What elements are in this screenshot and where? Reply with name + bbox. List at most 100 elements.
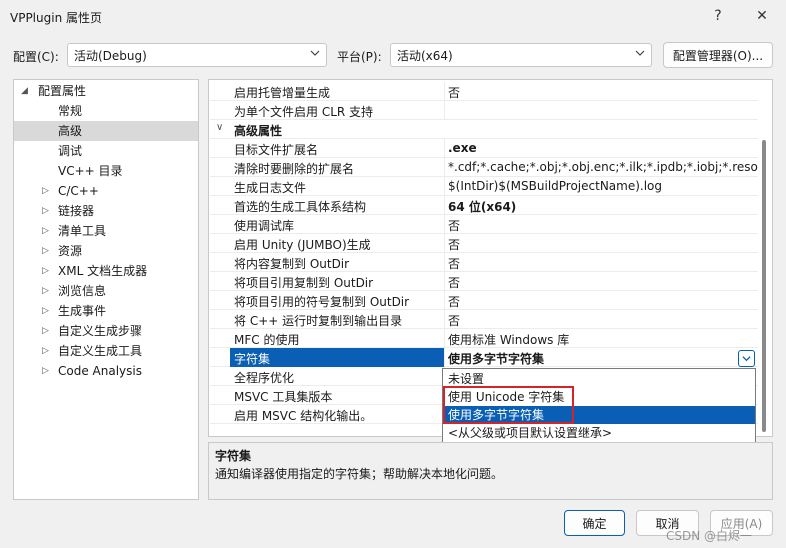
tree-item[interactable]: ▷ 浏览信息 [14,281,198,301]
collapsed-triangle-icon[interactable]: ▷ [42,281,49,301]
tree-item[interactable]: ▷ Code Analysis [14,361,198,381]
tree-item-label: 高级 [58,124,83,138]
property-value[interactable]: 使用多字节字符集 [448,350,758,367]
property-name: MFC 的使用 [234,333,300,347]
column-divider [444,253,445,272]
tree-item[interactable]: ▷ 自定义生成工具 [14,341,198,361]
tree-item-label: 生成事件 [58,304,107,318]
tree-root[interactable]: ◢ 配置属性 [14,81,198,101]
collapsed-triangle-icon[interactable]: ▷ [42,221,49,241]
tree-item-label: 资源 [58,244,83,258]
property-row[interactable]: 首选的生成工具体系结构 64 位(x64) [210,196,758,215]
collapsed-triangle-icon[interactable]: ▷ [42,321,49,341]
platform-value: 活动(x64) [397,48,453,63]
property-value[interactable]: 否 [448,274,758,291]
collapsed-triangle-icon[interactable]: ▷ [42,341,49,361]
collapsed-triangle-icon[interactable]: ▷ [42,241,49,261]
tree-item[interactable]: ▷ 资源 [14,241,198,261]
property-row[interactable]: 将项目引用复制到 OutDir 否 [210,272,758,291]
expanded-triangle-icon[interactable]: ◢ [21,81,28,101]
property-value[interactable]: 64 位(x64) [448,198,758,215]
property-value[interactable]: 否 [448,293,758,310]
property-value[interactable]: 否 [448,84,758,101]
config-select[interactable]: 活动(Debug) [67,43,327,67]
ok-button[interactable]: 确定 [564,510,625,536]
collapsed-triangle-icon[interactable]: ▷ [42,361,49,381]
tree-item[interactable]: VC++ 目录 [14,161,198,181]
property-row[interactable]: 目标文件扩展名 .exe [210,139,758,158]
property-row[interactable]: 启用托管增量生成 否 [210,82,758,101]
column-divider [444,272,445,291]
tree-item[interactable]: ▷ 生成事件 [14,301,198,321]
property-row[interactable]: 将内容复制到 OutDir 否 [210,253,758,272]
column-divider [444,82,445,101]
property-name: 生成日志文件 [234,181,307,195]
property-row[interactable]: MFC 的使用 使用标准 Windows 库 [210,329,758,348]
title-bar: VPPlugin 属性页 ? ✕ [0,0,786,34]
property-name: 启用 Unity (JUMBO)生成 [234,238,371,252]
tree-item[interactable]: ▷ XML 文档生成器 [14,261,198,281]
tree-item[interactable]: ▷ 链接器 [14,201,198,221]
property-row[interactable]: 为单个文件启用 CLR 支持 [210,101,758,120]
tree-item[interactable]: ▷ 自定义生成步骤 [14,321,198,341]
collapsed-triangle-icon[interactable]: ▷ [42,261,49,281]
tree-item-label: 浏览信息 [58,284,107,298]
collapsed-triangle-icon[interactable]: ▷ [42,181,49,201]
collapsed-triangle-icon[interactable]: ▷ [42,301,49,321]
tree-item[interactable]: 调试 [14,141,198,161]
property-name: 字符集 [234,352,271,366]
tree-item[interactable]: ▷ C/C++ [14,181,198,201]
property-value[interactable]: 否 [448,312,758,329]
tree-item[interactable]: ▷ 清单工具 [14,221,198,241]
property-row[interactable]: 字符集 使用多字节字符集 [210,348,758,367]
property-row[interactable]: 使用调试库 否 [210,215,758,234]
property-row[interactable]: 启用 Unity (JUMBO)生成 否 [210,234,758,253]
property-value[interactable]: .exe [448,141,758,155]
watermark: CSDN @白烬一 [666,529,753,543]
collapse-chevron-icon[interactable]: ∨ [216,122,223,133]
column-divider [444,196,445,215]
property-value[interactable]: $(IntDir)$(MSBuildProjectName).log [448,179,758,193]
description-panel: 字符集 通知编译器使用指定的字符集；帮助解决本地化问题。 [208,442,773,500]
column-divider [444,291,445,310]
property-row[interactable]: 生成日志文件 $(IntDir)$(MSBuildProjectName).log [210,177,758,196]
close-icon: ✕ [756,8,768,24]
column-divider [444,139,445,158]
category-label: 高级属性 [234,124,283,138]
property-value[interactable]: 否 [448,236,758,253]
column-divider [444,329,445,348]
property-name: 启用托管增量生成 [234,86,331,100]
config-manager-button[interactable]: 配置管理器(O)... [663,42,773,68]
property-name: 首选的生成工具体系结构 [234,200,367,214]
property-row[interactable]: 将项目引用的符号复制到 OutDir 否 [210,291,758,310]
tree-item-label: 链接器 [58,204,95,218]
property-value[interactable]: 否 [448,255,758,272]
tree-item-label: 自定义生成步骤 [58,324,143,338]
property-name: 使用调试库 [234,219,295,233]
property-row[interactable]: 清除时要删除的扩展名 *.cdf;*.cache;*.obj;*.obj.enc;… [210,158,758,177]
category-row[interactable]: ∨ 高级属性 [210,120,758,139]
config-value: 活动(Debug) [74,48,147,63]
close-button[interactable]: ✕ [740,0,784,32]
tree-item[interactable]: 高级 [14,121,198,141]
platform-select[interactable]: 活动(x64) [390,43,652,67]
help-button[interactable]: ? [696,0,740,32]
property-value[interactable]: 否 [448,217,758,234]
column-divider [444,348,445,367]
charset-dropdown-button[interactable] [738,350,755,367]
grid-scrollbar-thumb[interactable] [762,140,766,432]
property-tree: ◢ 配置属性 常规 高级 调试 VC++ 目录 ▷ C/C++ ▷ 链接器 ▷ 清单工具 ▷ 资源 ▷ X… [13,79,199,500]
column-divider [444,101,445,120]
tree-item-label: 自定义生成工具 [58,344,143,358]
property-value[interactable]: *.cdf;*.cache;*.obj;*.obj.enc;*.ilk;*.ip… [448,160,758,174]
property-row[interactable]: 将 C++ 运行时复制到输出目录 否 [210,310,758,329]
property-name: 为单个文件启用 CLR 支持 [234,105,374,119]
collapsed-triangle-icon[interactable]: ▷ [42,201,49,221]
dropdown-option[interactable]: <从父级或项目默认设置继承> [444,424,755,442]
tree-item-label: 调试 [58,144,83,158]
chevron-down-icon [635,48,645,61]
tree-item[interactable]: 常规 [14,101,198,121]
property-value[interactable]: 使用标准 Windows 库 [448,331,758,348]
description-text: 通知编译器使用指定的字符集；帮助解决本地化问题。 [215,467,504,481]
property-name: 全程序优化 [234,371,295,385]
